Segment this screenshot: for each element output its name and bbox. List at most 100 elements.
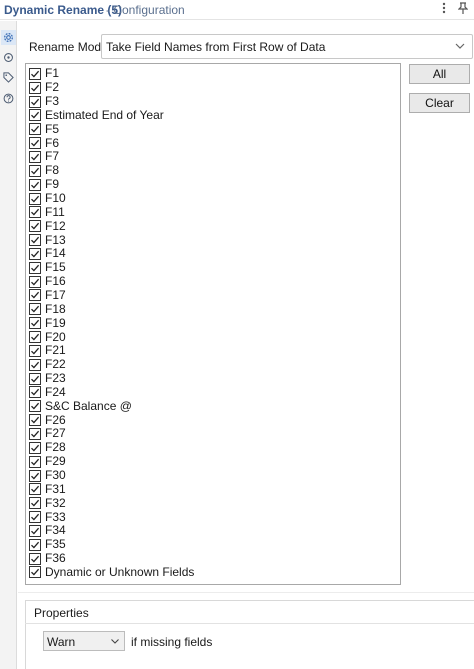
field-checkbox[interactable]: [29, 289, 41, 302]
field-checkbox[interactable]: [29, 303, 41, 316]
field-row[interactable]: F12: [29, 219, 66, 233]
field-row[interactable]: F19: [29, 316, 66, 330]
field-label: F6: [45, 135, 60, 150]
rename-mode-dropdown[interactable]: Take Field Names from First Row of Data: [101, 34, 473, 59]
field-checkbox[interactable]: [29, 109, 41, 122]
field-checkbox[interactable]: [29, 192, 41, 205]
field-checkbox[interactable]: [29, 220, 41, 233]
field-row[interactable]: F22: [29, 358, 66, 372]
field-checkbox[interactable]: [29, 344, 41, 357]
field-row[interactable]: F33: [29, 510, 66, 524]
field-checkbox[interactable]: [29, 524, 41, 537]
field-row[interactable]: F16: [29, 275, 66, 289]
select-all-button[interactable]: All: [409, 64, 470, 84]
field-row[interactable]: F13: [29, 233, 66, 247]
field-checkbox[interactable]: [29, 261, 41, 274]
field-row[interactable]: F2: [29, 81, 59, 95]
field-checkbox[interactable]: [29, 372, 41, 385]
field-row[interactable]: F11: [29, 205, 65, 220]
field-row[interactable]: F7: [29, 150, 59, 164]
circular-arrows-icon[interactable]: [1, 50, 16, 65]
field-checkbox[interactable]: [29, 552, 41, 565]
field-checkbox[interactable]: [29, 95, 41, 108]
field-label: F15: [45, 260, 66, 275]
field-checkbox[interactable]: [29, 150, 41, 163]
field-checkbox[interactable]: [29, 317, 41, 330]
field-row[interactable]: F30: [29, 469, 66, 483]
field-row[interactable]: F32: [29, 496, 66, 510]
field-checkbox[interactable]: [29, 469, 41, 482]
field-checkbox[interactable]: [29, 414, 41, 427]
field-row[interactable]: F15: [29, 261, 66, 275]
field-row[interactable]: F29: [29, 455, 66, 469]
field-row[interactable]: F24: [29, 385, 66, 400]
field-row[interactable]: F21: [29, 344, 66, 358]
field-label: F31: [45, 481, 66, 496]
checkmark-icon: [31, 569, 40, 577]
checkmark-icon: [31, 458, 40, 466]
field-row[interactable]: Estimated End of Year: [29, 108, 164, 123]
gear-icon[interactable]: [1, 30, 16, 45]
field-list[interactable]: F1 F2 F3 Estimated End of Year F5 F6 F7 F8 F9 F10…: [25, 63, 401, 585]
field-checkbox[interactable]: [29, 538, 41, 551]
checkmark-icon: [31, 416, 40, 424]
field-checkbox[interactable]: [29, 331, 41, 344]
field-checkbox[interactable]: [29, 427, 41, 440]
field-row[interactable]: F5: [29, 122, 59, 136]
field-row[interactable]: F1: [29, 67, 59, 81]
properties-divider: [25, 623, 474, 624]
field-checkbox[interactable]: [29, 497, 41, 510]
more-options-icon[interactable]: [437, 2, 451, 18]
field-checkbox[interactable]: [29, 455, 41, 468]
field-row[interactable]: F8: [29, 164, 59, 178]
field-checkbox[interactable]: [29, 81, 41, 94]
field-checkbox[interactable]: [29, 164, 41, 177]
checkmark-icon: [31, 250, 40, 258]
missing-fields-action-dropdown[interactable]: Warn: [43, 631, 125, 651]
field-checkbox[interactable]: [29, 483, 41, 496]
field-row[interactable]: F23: [29, 372, 66, 386]
field-row[interactable]: F17: [29, 288, 66, 303]
help-icon[interactable]: [1, 91, 16, 106]
checkmark-icon: [31, 430, 40, 438]
field-row[interactable]: F6: [29, 136, 59, 150]
field-row[interactable]: F10: [29, 192, 66, 206]
field-row[interactable]: F34: [29, 524, 66, 538]
field-row[interactable]: F3: [29, 95, 59, 109]
checkmark-icon: [31, 389, 40, 396]
field-row[interactable]: F36: [29, 552, 66, 566]
field-row[interactable]: Dynamic or Unknown Fields: [29, 565, 194, 580]
pin-icon[interactable]: [456, 2, 470, 18]
field-row[interactable]: F28: [29, 441, 66, 455]
field-row[interactable]: F20: [29, 330, 66, 344]
field-checkbox[interactable]: [29, 511, 41, 524]
checkmark-icon: [31, 513, 40, 521]
field-row[interactable]: F9: [29, 178, 59, 192]
field-checkbox[interactable]: [29, 441, 41, 454]
checkmark-icon: [31, 500, 40, 507]
field-checkbox[interactable]: [29, 67, 41, 80]
field-checkbox[interactable]: [29, 247, 41, 260]
checkmark-icon: [31, 306, 40, 313]
field-row[interactable]: F18: [29, 302, 66, 316]
field-checkbox[interactable]: [29, 275, 41, 288]
field-row[interactable]: F31: [29, 481, 66, 497]
field-checkbox[interactable]: [29, 123, 41, 136]
field-checkbox[interactable]: [29, 400, 41, 413]
field-row[interactable]: S&C Balance @: [29, 399, 132, 413]
checkmark-icon: [31, 444, 40, 452]
field-checkbox[interactable]: [29, 234, 41, 247]
field-checkbox[interactable]: [29, 178, 41, 191]
field-checkbox[interactable]: [29, 137, 41, 150]
field-checkbox[interactable]: [29, 566, 41, 579]
field-row[interactable]: F35: [29, 538, 66, 552]
field-checkbox[interactable]: [29, 206, 41, 219]
clear-button[interactable]: Clear: [409, 93, 470, 113]
field-row[interactable]: F27: [29, 427, 66, 441]
field-checkbox[interactable]: [29, 386, 41, 399]
field-row[interactable]: F26: [29, 413, 66, 427]
field-checkbox[interactable]: [29, 358, 41, 371]
tag-icon[interactable]: [1, 70, 16, 85]
field-label: F28: [45, 440, 66, 455]
field-row[interactable]: F14: [29, 247, 66, 261]
